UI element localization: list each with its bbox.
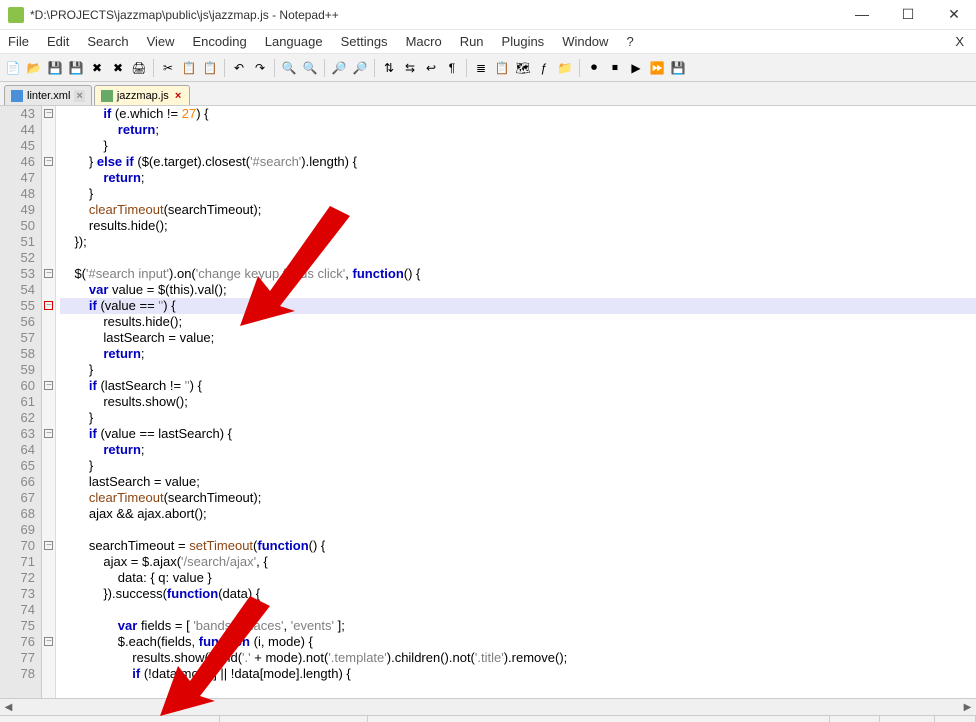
minimize-button[interactable]: — — [848, 6, 876, 23]
tab-close-icon[interactable]: × — [74, 90, 84, 102]
stop-macro-icon[interactable]: ⏹ — [606, 59, 624, 77]
open-file-icon[interactable]: 📂 — [25, 59, 43, 77]
window-buttons: — ☐ ✕ — [848, 6, 968, 23]
menu-close-x[interactable]: X — [955, 34, 964, 49]
play-macro-icon[interactable]: ▶ — [627, 59, 645, 77]
menu-plugins[interactable]: Plugins — [502, 34, 545, 49]
menu-macro[interactable]: Macro — [406, 34, 442, 49]
title-bar: *D:\PROJECTS\jazzmap\public\js\jazzmap.j… — [0, 0, 976, 30]
toolbar: 📄 📂 💾 💾 ✖ ✖ 🖨 ✂ 📋 📋 ↶ ↷ 🔍 🔍 🔎 🔎 ⇅ ⇆ ↩ ¶ … — [0, 54, 976, 82]
menu-help[interactable]: ? — [626, 34, 633, 49]
line-number-gutter: 4344454647484950515253545556575859606162… — [0, 106, 42, 698]
zoom-out-icon[interactable]: 🔎 — [351, 59, 369, 77]
save-all-icon[interactable]: 💾 — [67, 59, 85, 77]
tab-bar: linter.xml × jazzmap.js × — [0, 82, 976, 106]
play-multi-icon[interactable]: ⏩ — [648, 59, 666, 77]
wrap-icon[interactable]: ↩ — [422, 59, 440, 77]
close-all-icon[interactable]: ✖ — [109, 59, 127, 77]
undo-icon[interactable]: ↶ — [230, 59, 248, 77]
maximize-button[interactable]: ☐ — [894, 6, 922, 23]
close-file-icon[interactable]: ✖ — [88, 59, 106, 77]
redo-icon[interactable]: ↷ — [251, 59, 269, 77]
menu-bar: File Edit Search View Encoding Language … — [0, 30, 976, 54]
cut-icon[interactable]: ✂ — [159, 59, 177, 77]
status-eol: UNIX — [830, 716, 880, 722]
paste-icon[interactable]: 📋 — [201, 59, 219, 77]
menu-edit[interactable]: Edit — [47, 34, 69, 49]
tab-label: linter.xml — [27, 90, 70, 102]
userlang-icon[interactable]: 📋 — [493, 59, 511, 77]
indent-guide-icon[interactable]: ≣ — [472, 59, 490, 77]
fold-gutter[interactable] — [42, 106, 56, 698]
replace-icon[interactable]: 🔍 — [301, 59, 319, 77]
status-bar: - Use '===' to compare with ''. length :… — [0, 715, 976, 722]
record-macro-icon[interactable]: ⏺ — [585, 59, 603, 77]
window-title: *D:\PROJECTS\jazzmap\public\js\jazzmap.j… — [30, 8, 848, 22]
status-position: Ln : 55 Col : 23 Sel : 0 | 0 — [368, 716, 831, 722]
status-insert-mode: INS — [935, 716, 976, 722]
menu-encoding[interactable]: Encoding — [193, 34, 247, 49]
copy-icon[interactable]: 📋 — [180, 59, 198, 77]
func-list-icon[interactable]: ƒ — [535, 59, 553, 77]
horizontal-scrollbar[interactable]: ◀ ▶ — [0, 698, 976, 715]
menu-view[interactable]: View — [147, 34, 175, 49]
tab-linter-xml[interactable]: linter.xml × — [4, 85, 92, 105]
tab-label: jazzmap.js — [117, 90, 169, 102]
tab-jazzmap-js[interactable]: jazzmap.js × — [94, 85, 190, 105]
code-editor[interactable]: 4344454647484950515253545556575859606162… — [0, 106, 976, 698]
status-hint: - Use '===' to compare with ''. — [0, 716, 220, 722]
menu-language[interactable]: Language — [265, 34, 323, 49]
code-area[interactable]: if (e.which != 27) { return; } } else if… — [56, 106, 976, 698]
sync-h-icon[interactable]: ⇆ — [401, 59, 419, 77]
new-file-icon[interactable]: 📄 — [4, 59, 22, 77]
scroll-right-icon[interactable]: ▶ — [959, 699, 976, 716]
menu-search[interactable]: Search — [87, 34, 128, 49]
menu-settings[interactable]: Settings — [341, 34, 388, 49]
show-all-icon[interactable]: ¶ — [443, 59, 461, 77]
print-icon[interactable]: 🖨 — [130, 59, 148, 77]
status-length: length : 3876 lines : 112 — [220, 716, 368, 722]
zoom-in-icon[interactable]: 🔎 — [330, 59, 348, 77]
menu-file[interactable]: File — [8, 34, 29, 49]
file-icon — [101, 90, 113, 102]
scroll-left-icon[interactable]: ◀ — [0, 699, 17, 716]
sync-v-icon[interactable]: ⇅ — [380, 59, 398, 77]
app-icon — [8, 7, 24, 23]
file-icon — [11, 90, 23, 102]
find-icon[interactable]: 🔍 — [280, 59, 298, 77]
doc-map-icon[interactable]: 🗺 — [514, 59, 532, 77]
save-icon[interactable]: 💾 — [46, 59, 64, 77]
menu-window[interactable]: Window — [562, 34, 608, 49]
menu-run[interactable]: Run — [460, 34, 484, 49]
status-encoding: UTF-8 — [880, 716, 935, 722]
close-button[interactable]: ✕ — [940, 6, 968, 23]
folder-icon[interactable]: 📁 — [556, 59, 574, 77]
save-macro-icon[interactable]: 💾 — [669, 59, 687, 77]
tab-close-icon[interactable]: × — [173, 90, 183, 102]
